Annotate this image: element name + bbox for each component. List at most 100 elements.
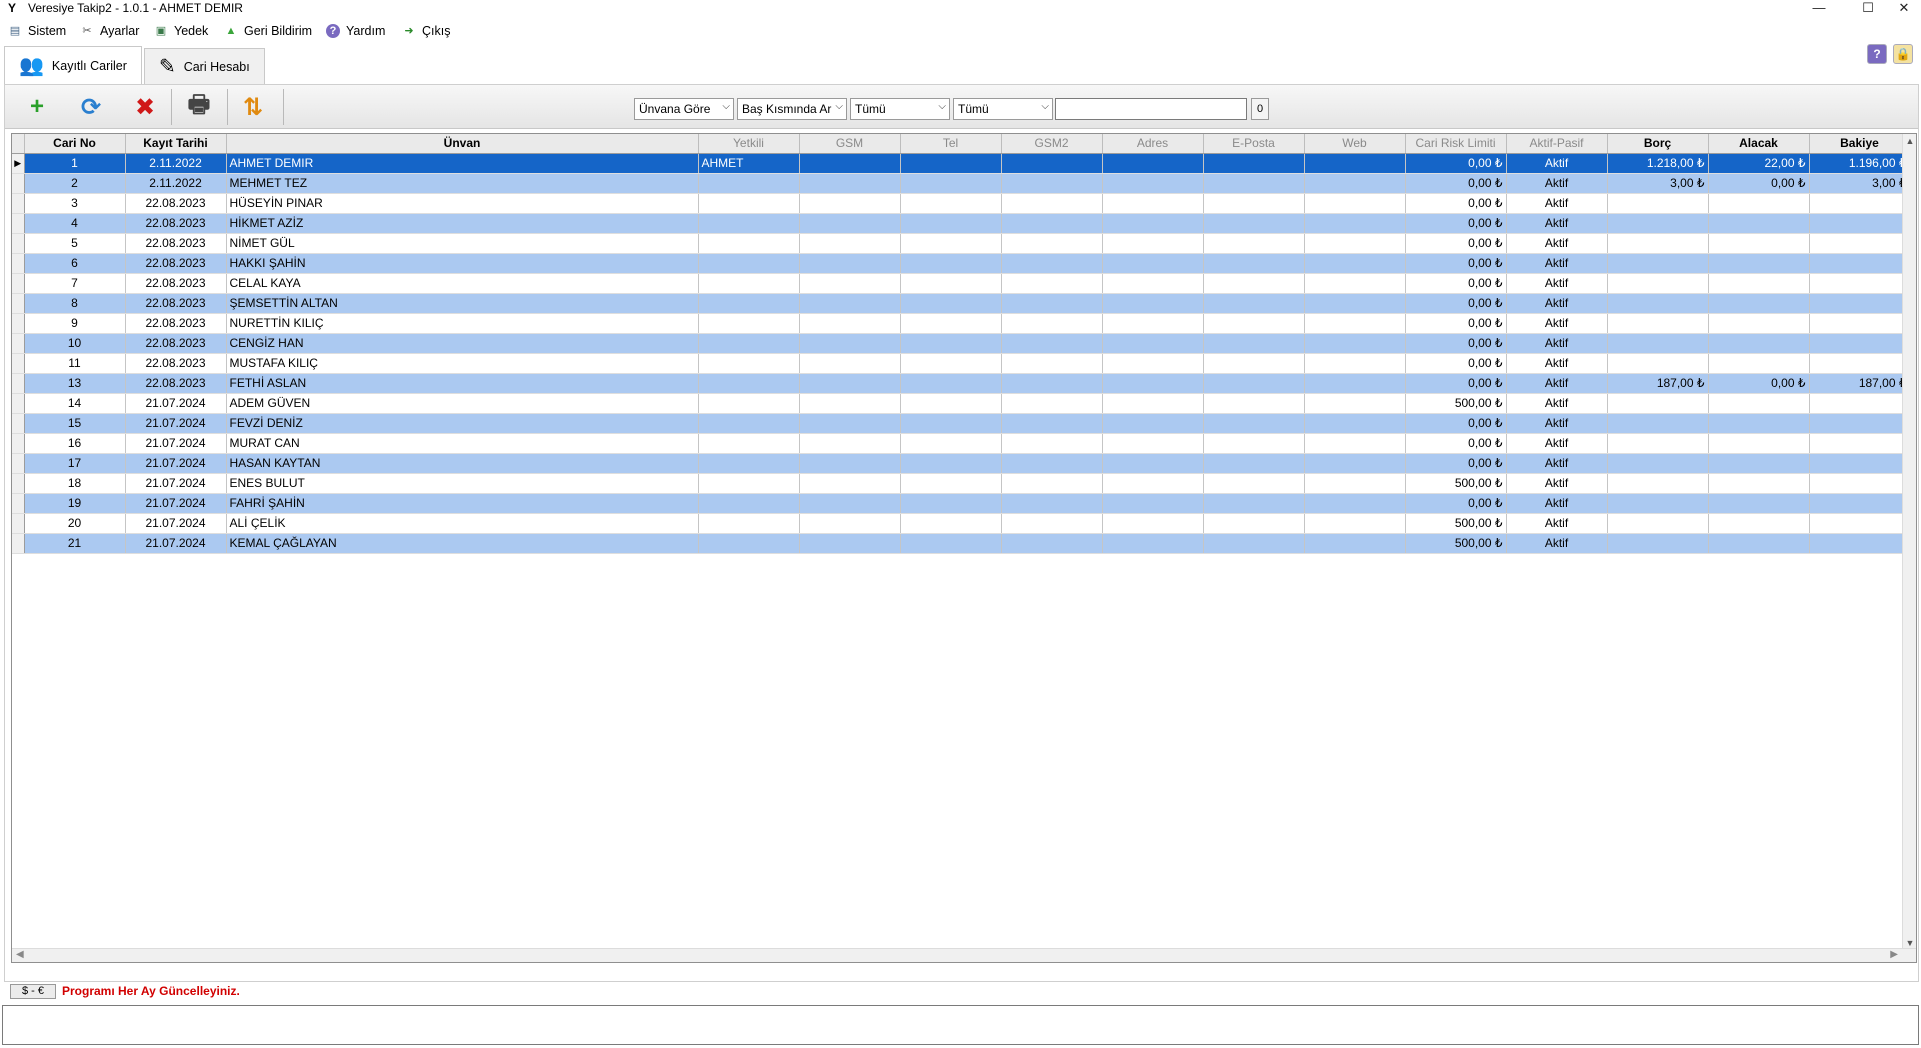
cell-cari-no[interactable]: 7 [24, 273, 126, 294]
vertical-scrollbar[interactable]: ▲ ▼ [1902, 134, 1916, 962]
cell-borc[interactable] [1607, 493, 1709, 514]
col-header-cari-no[interactable]: Cari No [24, 134, 126, 154]
cell-web[interactable] [1304, 513, 1406, 534]
cell-risk-limiti[interactable]: 0,00 ₺ [1405, 453, 1507, 474]
cell-adres[interactable] [1102, 293, 1204, 314]
cell-gsm2[interactable] [1001, 353, 1103, 374]
cell-aktif-pasif[interactable]: Aktif [1506, 293, 1608, 314]
cell-kayit-tarihi[interactable]: 21.07.2024 [125, 433, 227, 454]
cell-tel[interactable] [900, 373, 1002, 394]
cell-unvan[interactable]: FEVZİ DENİZ [226, 413, 699, 434]
cell-borc[interactable] [1607, 533, 1709, 554]
cell-aktif-pasif[interactable]: Aktif [1506, 233, 1608, 254]
cell-bakiye[interactable] [1809, 193, 1911, 214]
cell-cari-no[interactable]: 3 [24, 193, 126, 214]
cell-adres[interactable] [1102, 173, 1204, 194]
cell-gsm2[interactable] [1001, 533, 1103, 554]
cell-yetkili[interactable] [698, 313, 800, 334]
cell-cari-no[interactable]: 21 [24, 533, 126, 554]
cell-web[interactable] [1304, 273, 1406, 294]
lock-button[interactable]: 🔒 [1893, 44, 1913, 64]
cell-alacak[interactable] [1708, 193, 1810, 214]
col-header-bakiye[interactable]: Bakiye [1809, 134, 1911, 154]
cell-yetkili[interactable] [698, 373, 800, 394]
cell-borc[interactable] [1607, 213, 1709, 234]
table-row[interactable]: 18 21.07.2024 ENES BULUT 500,00 ₺ Aktif [12, 473, 1911, 494]
cell-risk-limiti[interactable]: 0,00 ₺ [1405, 173, 1507, 194]
cell-risk-limiti[interactable]: 0,00 ₺ [1405, 213, 1507, 234]
cell-bakiye[interactable] [1809, 273, 1911, 294]
cell-aktif-pasif[interactable]: Aktif [1506, 433, 1608, 454]
cell-bakiye[interactable] [1809, 533, 1911, 554]
cell-e-posta[interactable] [1203, 373, 1305, 394]
col-header-risk-limiti[interactable]: Cari Risk Limiti [1405, 134, 1507, 154]
tab-kayitli-cariler[interactable]: 👥 Kayıtlı Cariler [4, 46, 142, 84]
cell-gsm2[interactable] [1001, 373, 1103, 394]
cell-adres[interactable] [1102, 213, 1204, 234]
cell-web[interactable] [1304, 393, 1406, 414]
table-row[interactable]: 21 21.07.2024 KEMAL ÇAĞLAYAN 500,00 ₺ Aktif [12, 533, 1911, 554]
filter2-select[interactable]: Tümü ⌵ [953, 98, 1053, 120]
row-header[interactable] [12, 313, 25, 334]
cell-risk-limiti[interactable]: 0,00 ₺ [1405, 273, 1507, 294]
cell-adres[interactable] [1102, 433, 1204, 454]
menu-geri-bildirim[interactable]: ▲ Geri Bildirim [224, 22, 313, 40]
cell-unvan[interactable]: MUSTAFA KILIÇ [226, 353, 699, 374]
cell-tel[interactable] [900, 173, 1002, 194]
cell-web[interactable] [1304, 333, 1406, 354]
add-customer-button[interactable]: + [15, 89, 59, 125]
cell-gsm[interactable] [799, 493, 901, 514]
cell-borc[interactable] [1607, 253, 1709, 274]
table-row[interactable]: 20 21.07.2024 ALİ ÇELİK 500,00 ₺ Aktif [12, 513, 1911, 534]
cell-e-posta[interactable] [1203, 253, 1305, 274]
row-header[interactable] [12, 253, 25, 274]
cell-aktif-pasif[interactable]: Aktif [1506, 473, 1608, 494]
print-button[interactable]: 🖶 [177, 89, 221, 125]
cell-yetkili[interactable] [698, 213, 800, 234]
cell-unvan[interactable]: CELAL KAYA [226, 273, 699, 294]
table-row[interactable]: 11 22.08.2023 MUSTAFA KILIÇ 0,00 ₺ Aktif [12, 353, 1911, 374]
cell-tel[interactable] [900, 233, 1002, 254]
cell-aktif-pasif[interactable]: Aktif [1506, 193, 1608, 214]
menu-yardim[interactable]: ? Yardım [326, 22, 385, 40]
cell-web[interactable] [1304, 153, 1406, 174]
cell-kayit-tarihi[interactable]: 21.07.2024 [125, 513, 227, 534]
cell-alacak[interactable] [1708, 493, 1810, 514]
cell-alacak[interactable] [1708, 393, 1810, 414]
cell-e-posta[interactable] [1203, 533, 1305, 554]
cell-aktif-pasif[interactable]: Aktif [1506, 313, 1608, 334]
cell-kayit-tarihi[interactable]: 2.11.2022 [125, 173, 227, 194]
cell-cari-no[interactable]: 18 [24, 473, 126, 494]
cell-risk-limiti[interactable]: 500,00 ₺ [1405, 533, 1507, 554]
cell-bakiye[interactable]: 1.196,00 ₺ [1809, 153, 1911, 174]
cell-bakiye[interactable] [1809, 253, 1911, 274]
cell-yetkili[interactable] [698, 493, 800, 514]
cell-web[interactable] [1304, 173, 1406, 194]
table-row[interactable]: 2 2.11.2022 MEHMET TEZ 0,00 ₺ Aktif 3,00 ₺ 0,0… [12, 173, 1911, 194]
row-header[interactable] [12, 473, 25, 494]
cell-gsm[interactable] [799, 473, 901, 494]
cell-web[interactable] [1304, 213, 1406, 234]
cell-gsm2[interactable] [1001, 173, 1103, 194]
cell-adres[interactable] [1102, 473, 1204, 494]
cell-adres[interactable] [1102, 393, 1204, 414]
cell-kayit-tarihi[interactable]: 21.07.2024 [125, 393, 227, 414]
cell-gsm[interactable] [799, 433, 901, 454]
cell-adres[interactable] [1102, 153, 1204, 174]
cell-gsm[interactable] [799, 333, 901, 354]
cell-unvan[interactable]: FAHRİ ŞAHİN [226, 493, 699, 514]
cell-gsm[interactable] [799, 413, 901, 434]
cell-web[interactable] [1304, 233, 1406, 254]
cell-alacak[interactable] [1708, 213, 1810, 234]
cell-gsm[interactable] [799, 193, 901, 214]
tab-cari-hesabi[interactable]: ✎ Cari Hesabı [143, 48, 265, 84]
cell-gsm[interactable] [799, 233, 901, 254]
cell-e-posta[interactable] [1203, 233, 1305, 254]
cell-borc[interactable] [1607, 333, 1709, 354]
cell-bakiye[interactable] [1809, 233, 1911, 254]
cell-cari-no[interactable]: 19 [24, 493, 126, 514]
cell-bakiye[interactable] [1809, 433, 1911, 454]
col-header-web[interactable]: Web [1304, 134, 1406, 154]
cell-kayit-tarihi[interactable]: 22.08.2023 [125, 333, 227, 354]
search-input[interactable] [1055, 98, 1247, 120]
